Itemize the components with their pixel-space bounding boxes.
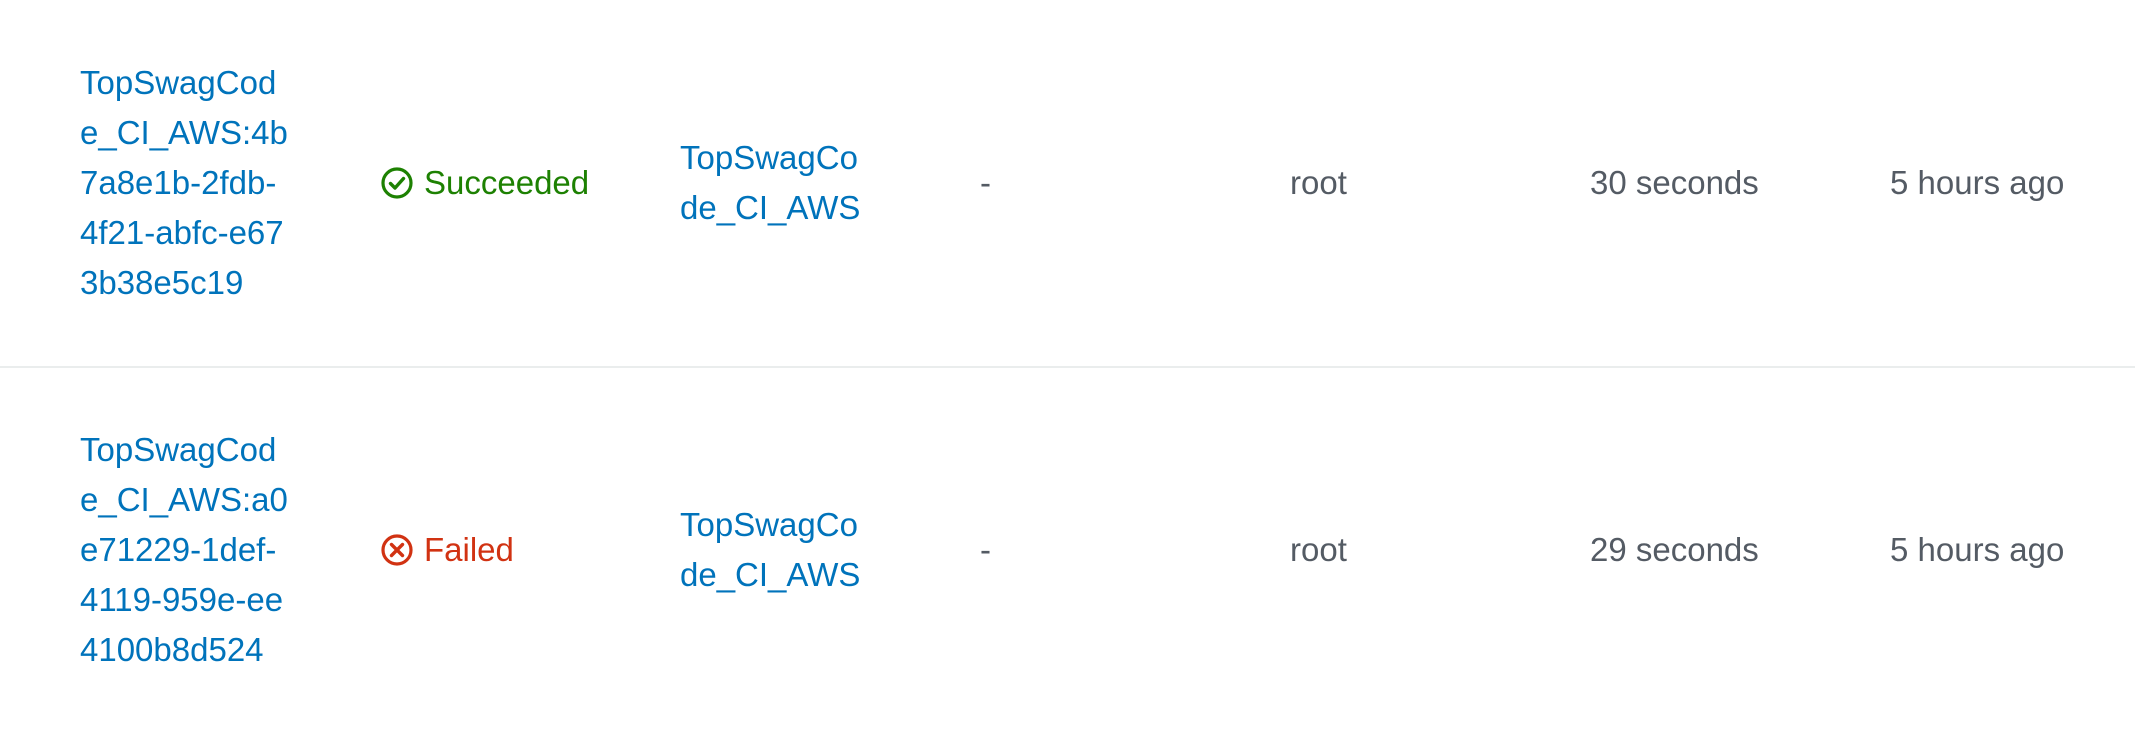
- project-cell: TopSwagCode_CI_AWS: [680, 368, 880, 731]
- project-link[interactable]: TopSwagCode_CI_AWS: [680, 500, 870, 600]
- status-cell: Failed: [380, 368, 660, 731]
- duration-cell: 29 seconds: [1590, 530, 1759, 568]
- status-badge: Failed: [380, 525, 514, 575]
- completed-cell: 5 hours ago: [1890, 530, 2065, 568]
- status-cell: Succeeded: [380, 0, 660, 366]
- initiator-cell: root: [1290, 164, 1347, 201]
- project-link[interactable]: TopSwagCode_CI_AWS: [680, 133, 870, 233]
- status-badge: Succeeded: [380, 158, 589, 208]
- build-history-table: TopSwagCode_CI_AWS:4b7a8e1b-2fdb-4f21-ab…: [0, 0, 2135, 731]
- status-label: Failed: [424, 530, 514, 568]
- table-row: TopSwagCode_CI_AWS:a0e71229-1def-4119-95…: [0, 368, 2135, 731]
- build-run-link[interactable]: TopSwagCode_CI_AWS:a0e71229-1def-4119-95…: [80, 425, 290, 675]
- x-circle-icon: [381, 533, 413, 566]
- status-label: Succeeded: [424, 164, 590, 201]
- build-run-link[interactable]: TopSwagCode_CI_AWS:4b7a8e1b-2fdb-4f21-ab…: [80, 58, 290, 308]
- completed-cell: 5 hours ago: [1890, 164, 2065, 201]
- build-run-cell: TopSwagCode_CI_AWS:4b7a8e1b-2fdb-4f21-ab…: [80, 0, 290, 366]
- source-version-cell: -: [980, 164, 991, 201]
- source-version-cell: -: [980, 530, 991, 568]
- table-row: TopSwagCode_CI_AWS:4b7a8e1b-2fdb-4f21-ab…: [0, 0, 2135, 368]
- duration-cell: 30 seconds: [1590, 164, 1759, 201]
- check-circle-icon: [381, 167, 413, 199]
- initiator-cell: root: [1290, 530, 1347, 568]
- build-run-cell: TopSwagCode_CI_AWS:a0e71229-1def-4119-95…: [80, 368, 290, 731]
- project-cell: TopSwagCode_CI_AWS: [680, 0, 880, 366]
